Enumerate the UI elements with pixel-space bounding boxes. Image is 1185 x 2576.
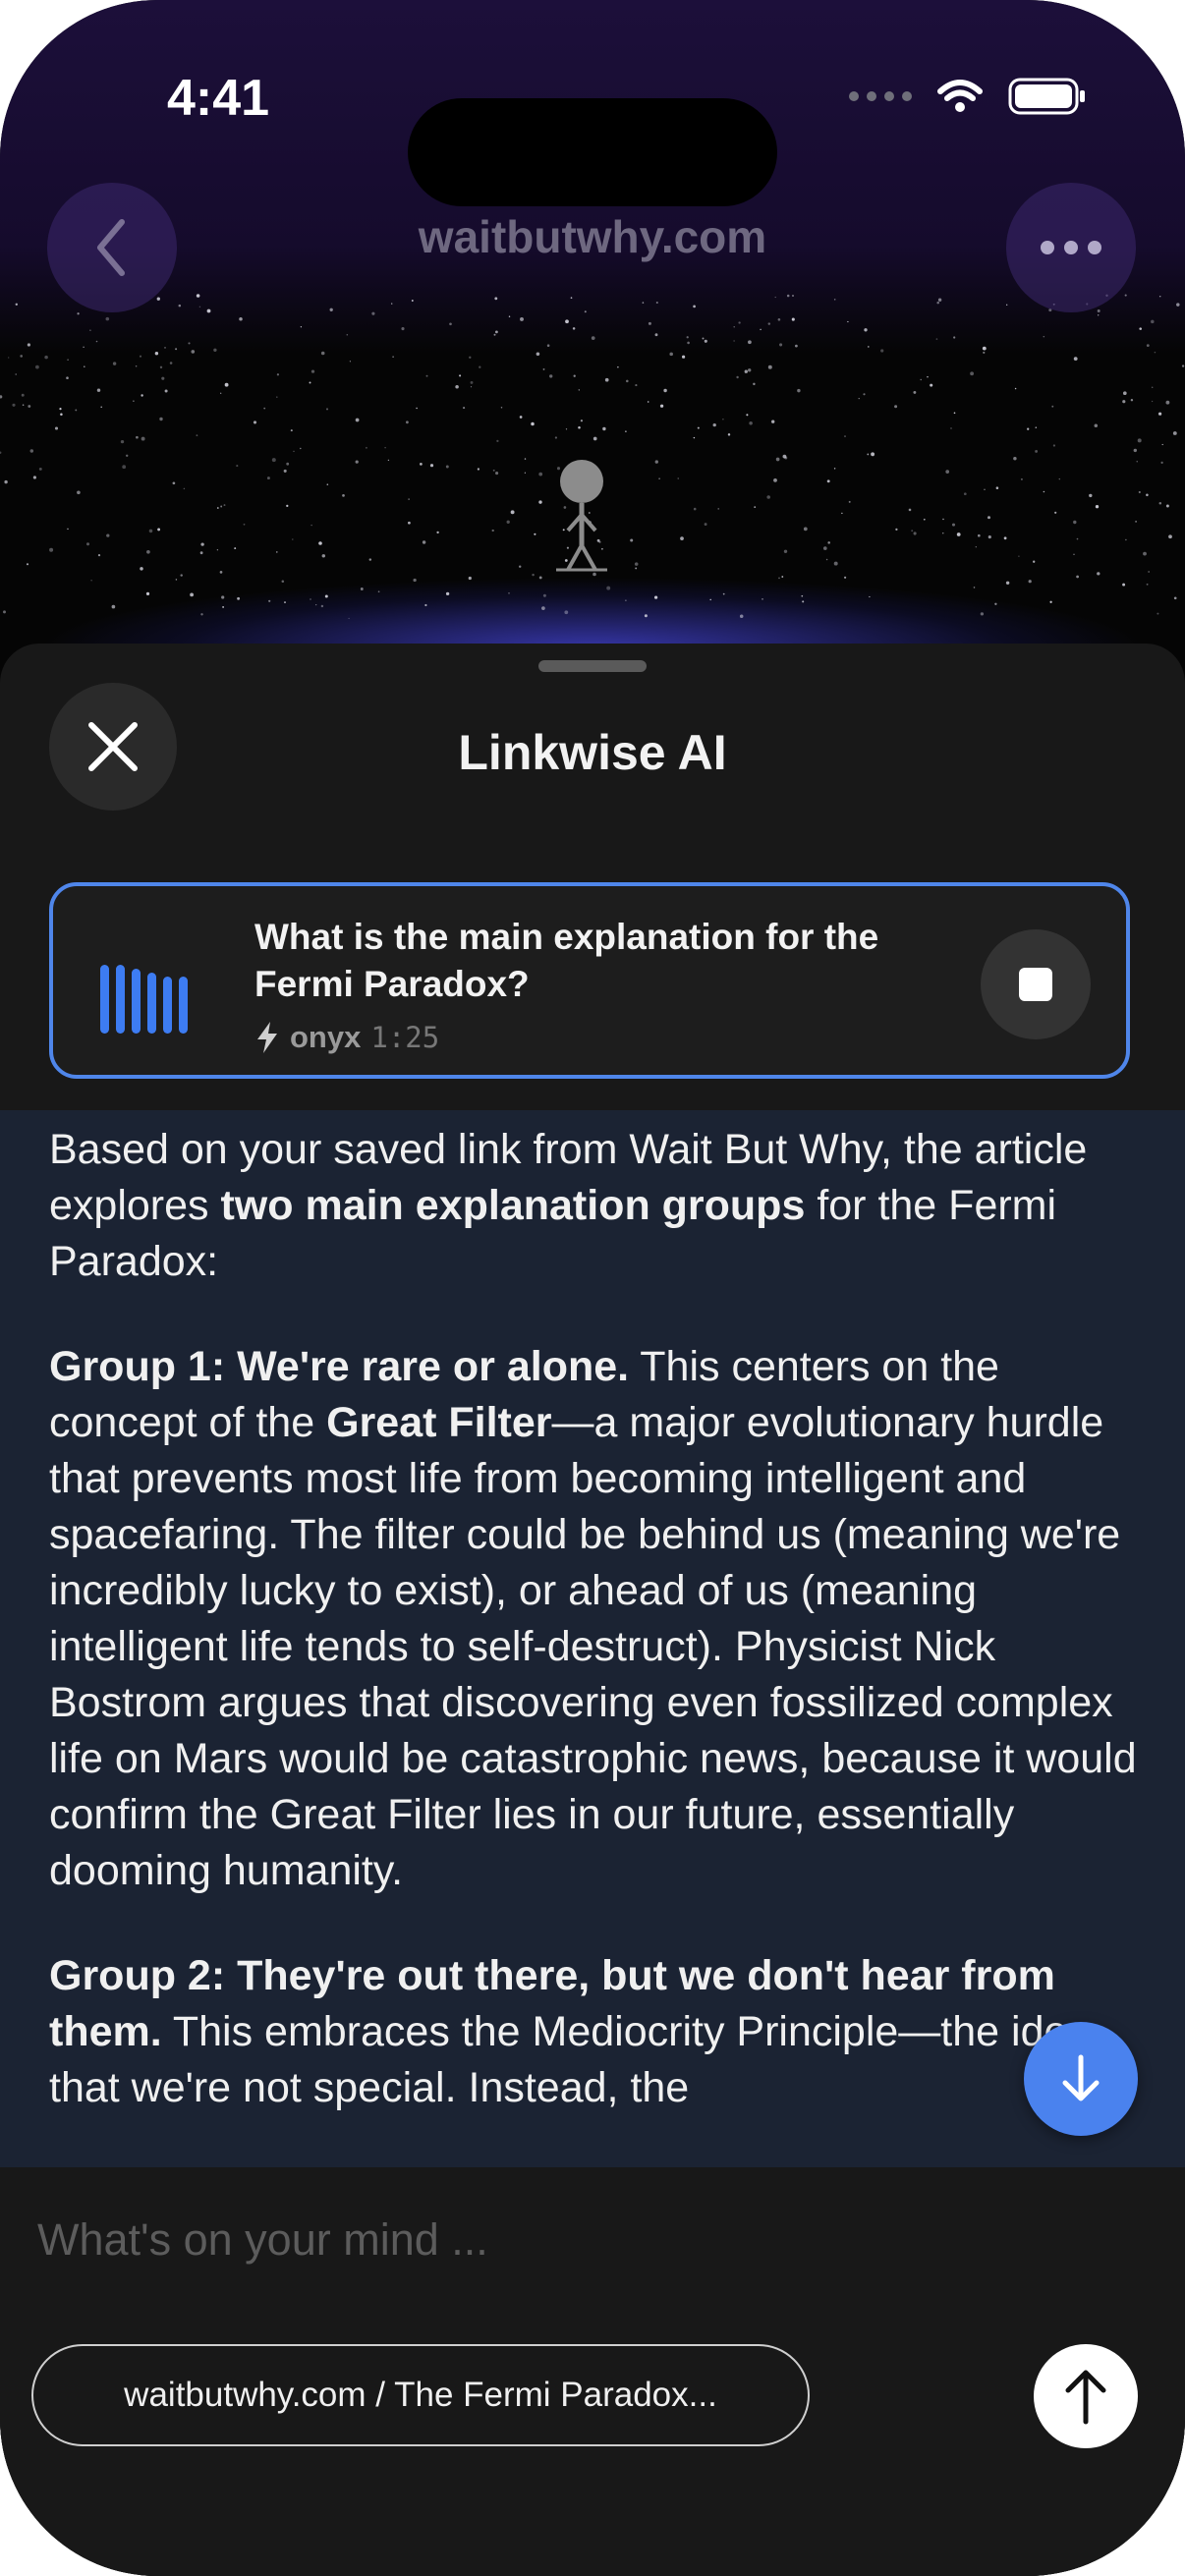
audio-duration: 1:25 (370, 1021, 440, 1054)
answer-paragraph-1: Based on your saved link from Wait But W… (49, 1122, 1150, 1290)
stick-figure-illustration (556, 460, 607, 572)
status-icons (849, 77, 1087, 116)
signal-icon (849, 91, 912, 101)
composer: What's on your mind ... waitbutwhy.com /… (0, 2167, 1185, 2576)
answer-emphasis: two main explanation groups (220, 1182, 806, 1229)
message-input[interactable]: What's on your mind ... (37, 2214, 488, 2266)
answer-heading-group-1: Group 1: We're rare or alone. (49, 1343, 630, 1390)
dynamic-island (408, 98, 777, 206)
answer-paragraph-2: Group 1: We're rare or alone. This cente… (49, 1339, 1150, 1899)
audio-waveform-icon (100, 965, 188, 1034)
answer-text-run: This embraces the Mediocrity Principle—t… (49, 2008, 1092, 2111)
arrow-up-icon (1065, 2370, 1106, 2425)
arrow-down-icon (1062, 2054, 1100, 2101)
battery-icon (1008, 78, 1085, 115)
more-button[interactable] (1006, 183, 1136, 312)
status-bar: 4:41 (0, 59, 1185, 206)
scroll-to-bottom-button[interactable] (1024, 2022, 1138, 2136)
context-link-label: waitbutwhy.com / The Fermi Paradox... (124, 2376, 717, 2414)
wifi-icon (937, 80, 983, 112)
context-link-chip[interactable]: waitbutwhy.com / The Fermi Paradox... (31, 2344, 810, 2446)
stop-button[interactable] (981, 929, 1091, 1039)
answer-text-run: —a major evolutionary hurdle that preven… (49, 1399, 1137, 1894)
answer-text: Based on your saved link from Wait But W… (49, 1122, 1150, 2165)
query-question: What is the main explanation for the Fer… (254, 917, 879, 1004)
answer-paragraph-3: Group 2: They're out there, but we don't… (49, 1948, 1150, 2116)
ellipsis-icon (1041, 241, 1101, 254)
query-card[interactable]: What is the main explanation for the Fer… (49, 882, 1130, 1079)
status-time: 4:41 (167, 70, 270, 127)
send-button[interactable] (1034, 2344, 1138, 2448)
model-name: onyx (290, 1020, 362, 1054)
phone-screen: 4:41 waitbutwhy.com Linkwise AI What is … (0, 0, 1185, 2576)
query-meta: onyx 1:25 (254, 1020, 439, 1055)
bolt-icon (257, 1022, 277, 1053)
answer-emphasis: Great Filter (326, 1399, 552, 1446)
sheet-title: Linkwise AI (458, 725, 727, 780)
answer-panel: Based on your saved link from Wait But W… (0, 1110, 1185, 2171)
stop-icon (1019, 968, 1052, 1001)
sheet-grabber[interactable] (538, 660, 647, 672)
